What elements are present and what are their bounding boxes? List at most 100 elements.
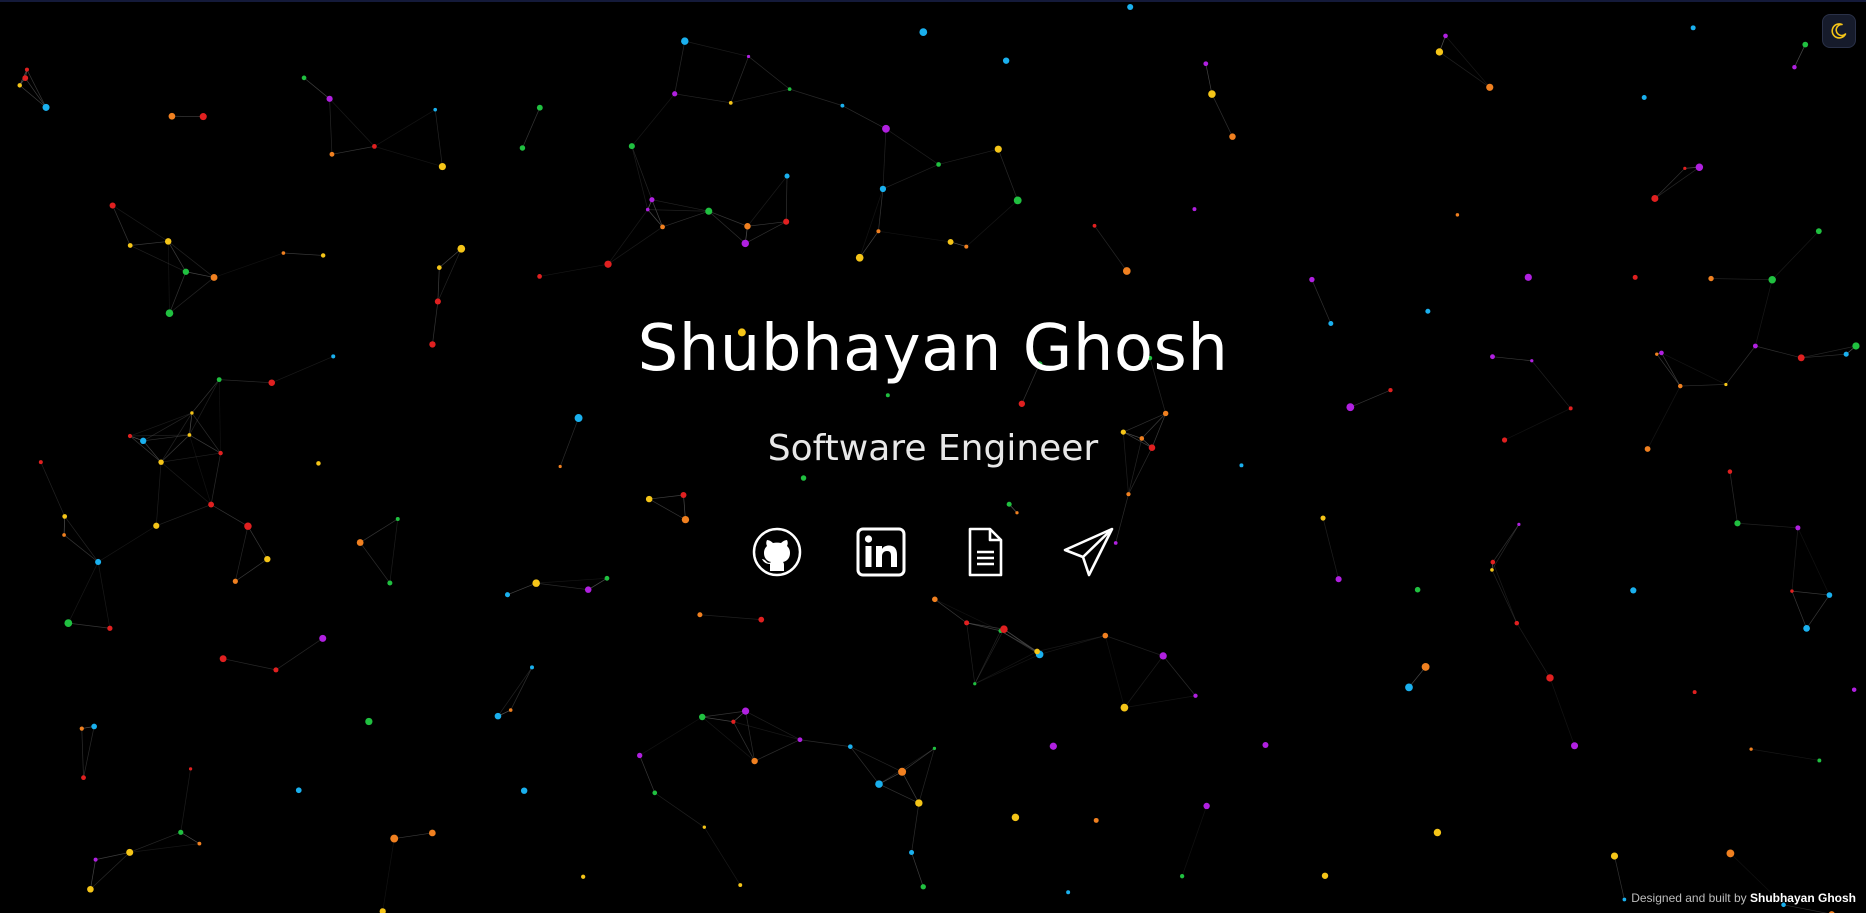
particle-dot: [738, 883, 743, 888]
particle-dot: [1455, 213, 1460, 217]
particle-dot: [182, 268, 190, 275]
particle-link: [662, 210, 709, 228]
particle-link: [1439, 51, 1490, 88]
particle-link: [437, 267, 440, 302]
particle-dot: [188, 767, 193, 771]
particle-dot: [93, 857, 98, 862]
particle-dot: [1690, 25, 1696, 31]
resume-link[interactable]: [958, 525, 1012, 579]
particle-dot: [1002, 57, 1010, 64]
particle-dot: [87, 885, 94, 893]
linkedin-link[interactable]: [854, 525, 908, 579]
particle-dot: [197, 841, 202, 846]
particle-link: [631, 146, 649, 210]
particle-dot: [672, 91, 678, 97]
particle-link: [434, 109, 443, 167]
particle-link: [167, 241, 170, 314]
particle-link: [374, 109, 436, 147]
particle-dot: [529, 665, 534, 670]
particle-link: [130, 245, 187, 273]
particle-dot: [882, 124, 890, 133]
github-icon: [752, 527, 802, 577]
particle-link: [878, 783, 920, 804]
particle-link: [223, 658, 277, 671]
particle-link: [850, 746, 880, 785]
particle-dot: [1435, 48, 1444, 56]
particle-dot: [1443, 33, 1448, 39]
particle-link: [674, 93, 731, 104]
particle-link: [997, 149, 1019, 201]
particle-link: [748, 56, 790, 90]
particle-dot: [741, 707, 750, 715]
particle-dot: [537, 274, 542, 279]
particle-dot: [751, 757, 758, 765]
particle-dot: [1127, 3, 1134, 11]
particle-link: [439, 248, 462, 268]
particle-dot: [584, 586, 592, 593]
particle-dot: [705, 207, 713, 215]
particle-link: [497, 667, 533, 717]
particle-dot: [520, 787, 528, 794]
particle-link: [704, 826, 741, 886]
particle-link: [607, 209, 649, 265]
particle-dot: [652, 790, 658, 796]
particle-link: [1000, 630, 1038, 652]
particle-link: [81, 728, 84, 778]
particle-link: [382, 838, 395, 912]
particle-dot: [1486, 83, 1494, 91]
particle-dot: [1630, 587, 1637, 594]
particle-link: [745, 221, 787, 244]
particle-link: [607, 226, 663, 265]
particle-dot: [645, 207, 650, 212]
particle-dot: [273, 667, 279, 673]
particle-dot: [199, 113, 207, 121]
github-link[interactable]: [750, 525, 804, 579]
particle-link: [745, 710, 801, 741]
particle-link: [329, 98, 375, 147]
particle-link: [708, 210, 746, 244]
particle-link: [639, 755, 656, 794]
particle-link: [1794, 44, 1806, 68]
particle-dot: [22, 75, 29, 81]
particle-dot: [744, 223, 751, 230]
particle-dot: [433, 107, 438, 112]
particle-dot: [326, 95, 333, 102]
particle-dot: [91, 723, 97, 730]
particle-dot: [1622, 897, 1627, 902]
particle-dot: [178, 829, 184, 835]
particle-dot: [387, 580, 393, 586]
particle-dot: [1203, 802, 1210, 810]
particle-link: [882, 128, 887, 189]
contact-link[interactable]: [1062, 525, 1116, 579]
particle-dot: [1092, 223, 1097, 228]
particle-link: [639, 716, 703, 756]
paper-plane-icon: [1063, 527, 1114, 577]
particle-dot: [919, 28, 928, 36]
particle-dot: [898, 767, 907, 776]
particle-dot: [1683, 166, 1687, 170]
particle-dot: [746, 54, 751, 59]
particle-link: [1771, 230, 1820, 280]
particle-link: [966, 622, 976, 684]
particle-link: [859, 231, 879, 258]
particle-dot: [232, 578, 238, 584]
particle-link: [1104, 635, 1125, 708]
footer-author: Shubhayan Ghosh: [1749, 891, 1856, 905]
particle-link: [850, 746, 903, 773]
footer-credit: Designed and built by Shubhayan Ghosh: [1631, 891, 1856, 905]
particle-link: [185, 271, 215, 278]
particle-link: [1039, 635, 1106, 655]
particle-dot: [1122, 267, 1131, 275]
particle-dot: [1414, 586, 1421, 593]
particle-dot: [379, 908, 386, 913]
particle-link: [180, 832, 200, 844]
footer-prefix: Designed and built by: [1631, 891, 1747, 905]
particle-dot: [17, 83, 22, 88]
particle-dot: [438, 162, 446, 171]
particle-link: [539, 263, 609, 277]
particle-dot: [1524, 273, 1532, 281]
particle-link: [730, 56, 749, 103]
theme-toggle-button[interactable]: [1822, 14, 1856, 48]
particle-dot: [947, 238, 954, 245]
particle-dot: [1321, 872, 1329, 879]
